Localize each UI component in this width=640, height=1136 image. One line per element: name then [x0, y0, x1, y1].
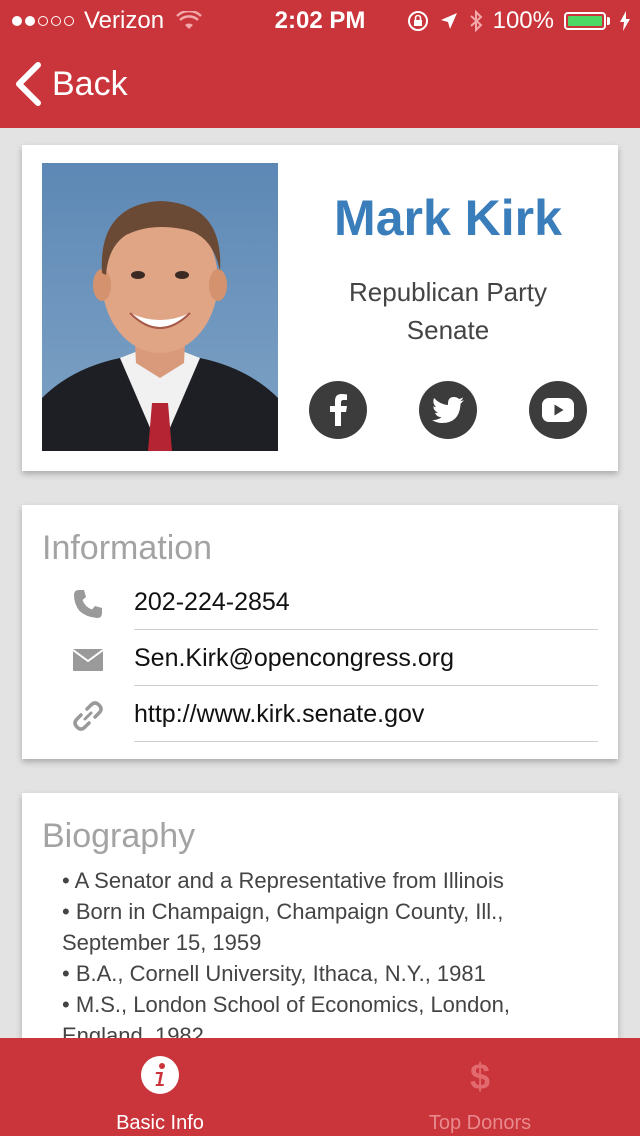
- row-divider: [134, 741, 598, 742]
- dollar-icon: $: [470, 1056, 490, 1094]
- back-button[interactable]: Back: [14, 58, 128, 110]
- email-row[interactable]: Sen.Kirk@opencongress.org: [22, 630, 618, 686]
- facebook-button[interactable]: [309, 381, 367, 439]
- info-icon: [141, 1056, 179, 1094]
- email-address[interactable]: Sen.Kirk@opencongress.org: [134, 644, 454, 673]
- biography-list: • A Senator and a Representative from Il…: [62, 865, 582, 1051]
- biography-item: • A Senator and a Representative from Il…: [62, 868, 504, 893]
- tab-label: Basic Info: [116, 1112, 204, 1134]
- information-heading: Information: [42, 529, 213, 567]
- facebook-icon: [330, 394, 347, 426]
- youtube-button[interactable]: [529, 381, 587, 439]
- phone-icon: [70, 586, 106, 622]
- link-icon: [70, 698, 106, 734]
- battery-icon: [564, 12, 610, 30]
- mail-icon: [70, 642, 106, 678]
- status-right: 100%: [407, 7, 630, 35]
- senator-name: Mark Kirk: [334, 190, 562, 246]
- website-row[interactable]: http://www.kirk.senate.gov: [22, 686, 618, 742]
- battery-percent: 100%: [492, 7, 554, 34]
- tab-basic-info[interactable]: Basic Info: [0, 1038, 320, 1136]
- youtube-icon: [542, 398, 574, 422]
- senator-portrait: [42, 163, 278, 451]
- twitter-icon: [432, 397, 464, 423]
- phone-row[interactable]: 202-224-2854: [22, 574, 618, 630]
- chevron-left-icon: [16, 62, 41, 106]
- phone-number[interactable]: 202-224-2854: [134, 588, 290, 617]
- location-icon: [440, 13, 457, 29]
- twitter-button[interactable]: [419, 381, 477, 439]
- information-card: Information 202-224-2854 Sen.Kirk@openco…: [22, 505, 618, 759]
- rotation-lock-icon: [407, 11, 428, 31]
- charging-bolt-icon: [620, 11, 630, 31]
- tab-top-donors[interactable]: $ Top Donors: [320, 1038, 640, 1136]
- chamber-label: Senate: [406, 315, 490, 345]
- profile-card: Mark Kirk Republican Party Senate: [22, 145, 618, 471]
- party-label: Republican Party: [349, 277, 547, 307]
- svg-text:$: $: [470, 1056, 490, 1094]
- biography-item: • Born in Champaign, Champaign County, I…: [62, 899, 504, 955]
- biography-heading: Biography: [42, 817, 196, 855]
- bluetooth-icon: [469, 9, 483, 33]
- tab-bar: Basic Info $ Top Donors: [0, 1038, 640, 1136]
- tab-label: Top Donors: [428, 1112, 532, 1134]
- biography-item: • B.A., Cornell University, Ithaca, N.Y.…: [62, 961, 486, 986]
- status-bar: Verizon 2:02 PM 100%: [0, 0, 640, 40]
- back-label: Back: [52, 64, 128, 103]
- nav-header: Verizon 2:02 PM 100% Back: [0, 0, 640, 128]
- website-url[interactable]: http://www.kirk.senate.gov: [134, 700, 424, 729]
